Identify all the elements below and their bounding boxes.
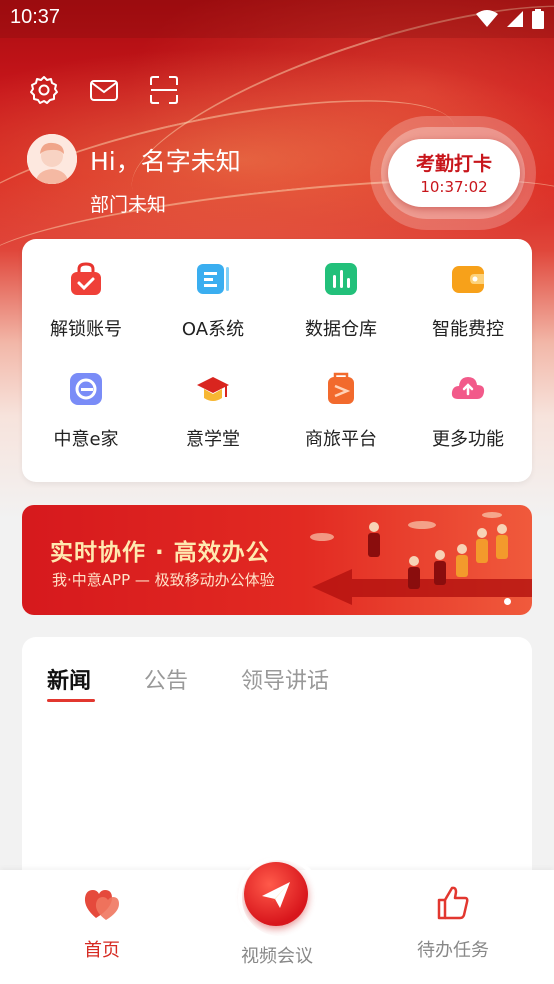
nav-video-label-wrap: 视频会议 [226, 942, 328, 968]
app-more-functions[interactable]: 更多功能 [404, 349, 532, 459]
message-button[interactable] [88, 74, 120, 106]
gear-icon [30, 76, 58, 104]
hearts-icon [84, 890, 119, 920]
nav-tasks-label: 待办任务 [417, 940, 489, 961]
paper-plane-icon [262, 882, 290, 908]
app-label: 更多功能 [432, 429, 504, 450]
header-toolbar [28, 74, 180, 106]
user-avatar-icon [27, 134, 77, 184]
app-business-travel[interactable]: 商旅平台 [277, 349, 405, 459]
tab-leader-speeches[interactable]: 领导讲话 [241, 663, 329, 695]
nav-home-label: 首页 [84, 940, 120, 961]
e-home-icon [70, 373, 102, 405]
data-warehouse-icon [325, 263, 357, 295]
video-meeting-button[interactable] [238, 856, 322, 940]
app-label: 意学堂 [186, 429, 240, 450]
app-data-warehouse[interactable]: 数据仓库 [277, 239, 405, 349]
oa-system-icon [197, 264, 229, 294]
graduation-cap-icon [197, 377, 229, 401]
cloud-upload-icon [451, 377, 485, 399]
carousel-indicator [504, 598, 511, 605]
scan-icon [150, 76, 178, 104]
banner-subtitle: 我·中意APP — 极致移动办公体验 [52, 571, 275, 589]
wallet-icon [452, 266, 484, 293]
active-tab-indicator [47, 699, 95, 702]
app-label: 数据仓库 [305, 319, 377, 340]
app-label: 中意e家 [53, 429, 119, 450]
wifi-icon [476, 10, 498, 27]
checkin-label: 考勤打卡 [415, 153, 492, 175]
status-time: 10:37 [10, 6, 61, 28]
luggage-icon [328, 372, 354, 404]
checkin-time: 10:37:02 [420, 178, 488, 196]
battery-icon [532, 9, 544, 29]
settings-button[interactable] [28, 74, 60, 106]
app-e-home[interactable]: 中意e家 [22, 349, 150, 459]
status-bar: 10:37 [0, 0, 554, 38]
banner-title: 实时协作 · 高效办公 [50, 540, 270, 566]
department-text: 部门未知 [90, 194, 167, 216]
signal-icon [507, 11, 523, 27]
mail-icon [90, 80, 118, 101]
nav-tasks[interactable]: 待办任务 [406, 884, 500, 962]
nav-video-label: 视频会议 [241, 946, 313, 967]
checkin-button[interactable]: 考勤打卡 10:37:02 [388, 139, 520, 207]
tab-news[interactable]: 新闻 [47, 663, 91, 695]
apps-card: 解锁账号 OA系统 数据仓库 智能费控 中意e家 意学堂 商旅平台 更多功能 [22, 239, 532, 482]
apps-grid: 解锁账号 OA系统 数据仓库 智能费控 中意e家 意学堂 商旅平台 更多功能 [22, 239, 532, 482]
nav-home[interactable]: 首页 [60, 884, 144, 962]
app-unlock-account[interactable]: 解锁账号 [22, 239, 150, 349]
scan-button[interactable] [148, 74, 180, 106]
app-smart-expense[interactable]: 智能费控 [404, 239, 532, 349]
app-learning-hall[interactable]: 意学堂 [149, 349, 277, 459]
greeting-text: Hi，名字未知 [90, 147, 241, 176]
thumbs-up-icon [437, 886, 469, 920]
app-oa-system[interactable]: OA系统 [149, 239, 277, 349]
tab-announcements[interactable]: 公告 [144, 663, 188, 695]
unlock-bag-icon [71, 262, 101, 295]
avatar[interactable] [27, 134, 77, 184]
app-label: 解锁账号 [50, 319, 122, 340]
app-label: 智能费控 [432, 319, 504, 340]
promo-banner[interactable]: 实时协作 · 高效办公 我·中意APP — 极致移动办公体验 [22, 505, 532, 615]
app-label: OA系统 [181, 319, 245, 340]
status-icons [476, 9, 544, 29]
app-label: 商旅平台 [305, 429, 377, 450]
